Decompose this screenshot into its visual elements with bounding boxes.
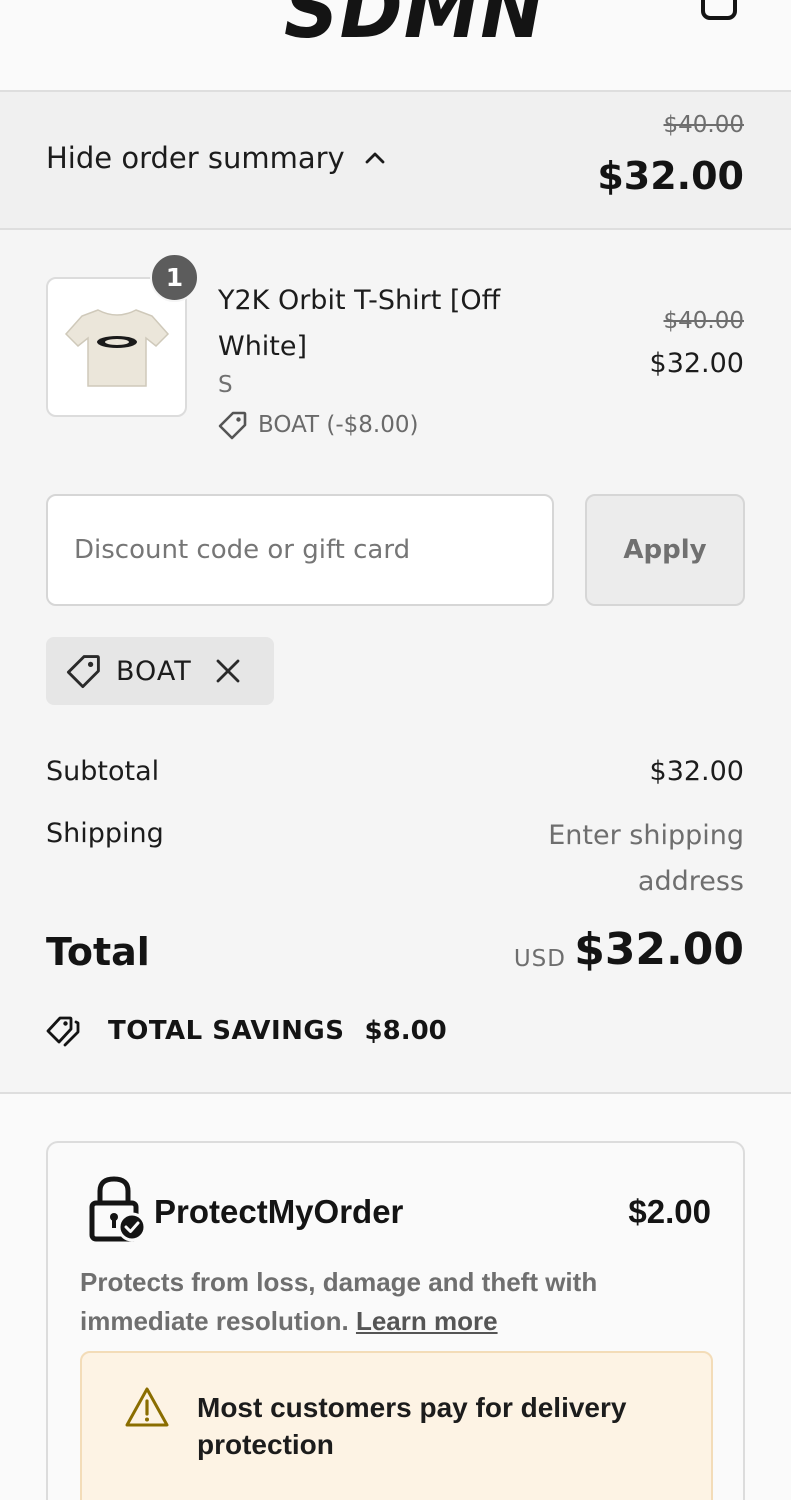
apply-discount-button[interactable]: Apply [585, 494, 745, 606]
learn-more-link[interactable]: Learn more [356, 1306, 498, 1336]
product-name: Y2K Orbit T-Shirt [Off White] [218, 285, 501, 362]
discount-code-input[interactable] [46, 494, 554, 606]
protect-my-order-card[interactable]: ProtectMyOrder $2.00 Protects from loss,… [46, 1141, 745, 1500]
total-currency: USD [513, 946, 566, 972]
protect-description: Protects from loss, damage and theft wit… [80, 1263, 720, 1341]
summary-discounted-total: $32.00 [597, 154, 744, 198]
total-value: $32.00 [574, 924, 744, 975]
shipping-label: Shipping [46, 818, 164, 849]
total-savings-value: $8.00 [364, 1016, 447, 1046]
lock-check-icon [89, 1176, 147, 1242]
cart-icon[interactable] [700, 0, 738, 20]
chevron-up-icon [365, 152, 385, 164]
site-header: SDMN [0, 0, 791, 92]
order-summary-toggle-label: Hide order summary [46, 141, 345, 175]
applied-code-chip: BOAT [46, 637, 274, 705]
tshirt-image [64, 309, 169, 387]
subtotal-value: $32.00 [649, 756, 744, 787]
product-original-price: $40.00 [663, 308, 744, 334]
product-discount-label: BOAT (-$8.00) [258, 412, 419, 438]
subtotal-label: Subtotal [46, 756, 160, 787]
summary-original-total: $40.00 [663, 112, 744, 138]
protect-description-text: Protects from loss, damage and theft wit… [80, 1267, 598, 1336]
protection-warning: Most customers pay for delivery protecti… [80, 1351, 713, 1500]
product-variant: S [218, 372, 233, 398]
tag-icon [218, 411, 247, 440]
product-discount: BOAT (-$8.00) [218, 410, 418, 440]
total-label: Total [46, 930, 150, 974]
applied-code-label: BOAT [116, 655, 192, 687]
warning-icon [125, 1387, 169, 1427]
product-price: $32.00 [649, 348, 744, 379]
store-logo[interactable]: SDMN [284, 0, 545, 50]
tags-icon [46, 1016, 80, 1047]
total-savings-label: TOTAL SAVINGS [108, 1016, 345, 1046]
protect-title: ProtectMyOrder [154, 1193, 404, 1230]
order-summary-bar: Hide order summary $40.00 $32.00 [0, 92, 791, 230]
protect-price: $2.00 [628, 1193, 711, 1230]
order-summary-toggle[interactable]: Hide order summary [46, 138, 387, 178]
close-icon[interactable] [214, 657, 242, 685]
tag-icon [66, 655, 100, 689]
quantity-badge: 1 [150, 253, 199, 302]
total-savings: TOTAL SAVINGS $8.00 [46, 1014, 447, 1048]
shipping-value: Enter shipping address [548, 820, 744, 897]
protection-warning-text: Most customers pay for delivery protecti… [197, 1392, 627, 1460]
